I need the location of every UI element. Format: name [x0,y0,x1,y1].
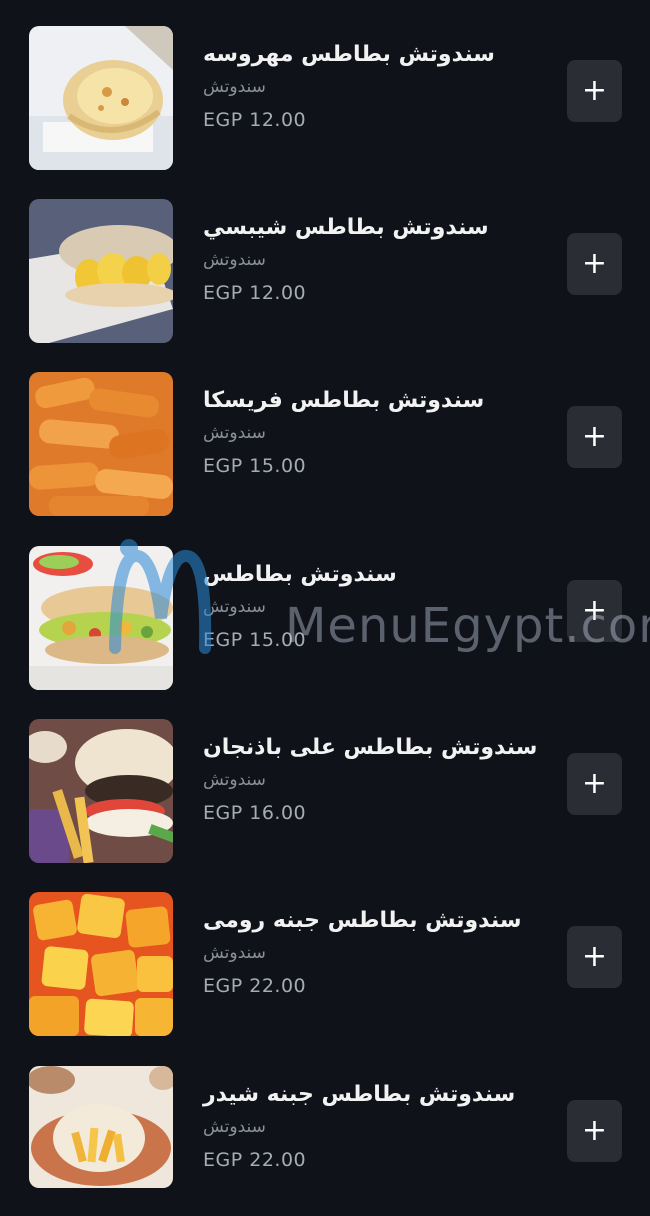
item-name: سندوتش بطاطس شيبسي [203,215,489,240]
item-price: EGP 12.00 [203,282,307,304]
item-details: سندوتش بطاطس فريسكا سندوتش EGP 15.00 [203,384,543,484]
add-to-cart-button[interactable]: + [567,1100,622,1162]
item-name: سندوتش بطاطس [203,562,397,587]
item-category: سندوتش [203,250,266,270]
menu-item[interactable]: سندوتش بطاطس سندوتش EGP 15.00 + [0,546,650,696]
menu-item[interactable]: سندوتش بطاطس مهروسه سندوتش EGP 12.00 + [0,26,650,176]
plus-icon: + [581,593,608,628]
plus-icon: + [581,419,608,454]
item-price: EGP 15.00 [203,629,307,651]
item-photo-potato-sandwich[interactable] [29,546,173,690]
item-details: سندوتش بطاطس جبنه شيدر سندوتش EGP 22.00 [203,1078,543,1178]
item-price: EGP 12.00 [203,109,307,131]
item-category: سندوتش [203,770,266,790]
eggplant-sandwich-photo [29,719,173,863]
add-to-cart-button[interactable]: + [567,233,622,295]
item-name: سندوتش بطاطس على باذنجان [203,735,538,760]
item-price: EGP 22.00 [203,1149,307,1171]
fries-sandwich-photo [29,372,173,516]
plus-icon: + [581,939,608,974]
item-details: سندوتش بطاطس مهروسه سندوتش EGP 12.00 [203,38,543,138]
item-category: سندوتش [203,423,266,443]
add-to-cart-button[interactable]: + [567,60,622,122]
menu-item[interactable]: سندوتش بطاطس شيبسي سندوتش EGP 12.00 + [0,199,650,349]
item-category: سندوتش [203,597,266,617]
menu-item-list: سندوتش بطاطس مهروسه سندوتش EGP 12.00 + س… [0,0,650,1194]
item-name: سندوتش بطاطس مهروسه [203,42,495,67]
item-price: EGP 16.00 [203,802,307,824]
item-category: سندوتش [203,943,266,963]
item-category: سندوتش [203,1117,266,1137]
item-details: سندوتش بطاطس على باذنجان سندوتش EGP 16.0… [203,731,543,831]
romy-cheese-potato-photo [29,892,173,1036]
add-to-cart-button[interactable]: + [567,406,622,468]
menu-item[interactable]: سندوتش بطاطس فريسكا سندوتش EGP 15.00 + [0,372,650,522]
add-to-cart-button[interactable]: + [567,580,622,642]
plus-icon: + [581,766,608,801]
plus-icon: + [581,246,608,281]
menu-item[interactable]: سندوتش بطاطس على باذنجان سندوتش EGP 16.0… [0,719,650,869]
item-details: سندوتش بطاطس سندوتش EGP 15.00 [203,558,543,658]
add-to-cart-button[interactable]: + [567,753,622,815]
item-name: سندوتش بطاطس فريسكا [203,388,485,413]
item-price: EGP 22.00 [203,975,307,997]
plus-icon: + [581,1113,608,1148]
menu-item[interactable]: سندوتش بطاطس جبنه رومى سندوتش EGP 22.00 … [0,892,650,1042]
item-name: سندوتش بطاطس جبنه رومى [203,908,522,933]
add-to-cart-button[interactable]: + [567,926,622,988]
item-photo-cheddar-potato-sandwich[interactable] [29,1066,173,1188]
item-details: سندوتش بطاطس شيبسي سندوتش EGP 12.00 [203,211,543,311]
cheddar-potato-sandwich-photo [29,1066,173,1188]
item-price: EGP 15.00 [203,455,307,477]
item-category: سندوتش [203,77,266,97]
item-details: سندوتش بطاطس جبنه رومى سندوتش EGP 22.00 [203,904,543,1004]
potato-sandwich-photo [29,546,173,690]
mashed-potato-sandwich-photo [29,26,173,170]
item-photo-chips-sandwich[interactable] [29,199,173,343]
chips-sandwich-photo [29,199,173,343]
item-photo-fries-sandwich[interactable] [29,372,173,516]
plus-icon: + [581,73,608,108]
item-name: سندوتش بطاطس جبنه شيدر [203,1082,516,1107]
item-photo-mashed-potato-sandwich[interactable] [29,26,173,170]
item-photo-eggplant-sandwich[interactable] [29,719,173,863]
item-photo-romy-cheese-potato[interactable] [29,892,173,1036]
